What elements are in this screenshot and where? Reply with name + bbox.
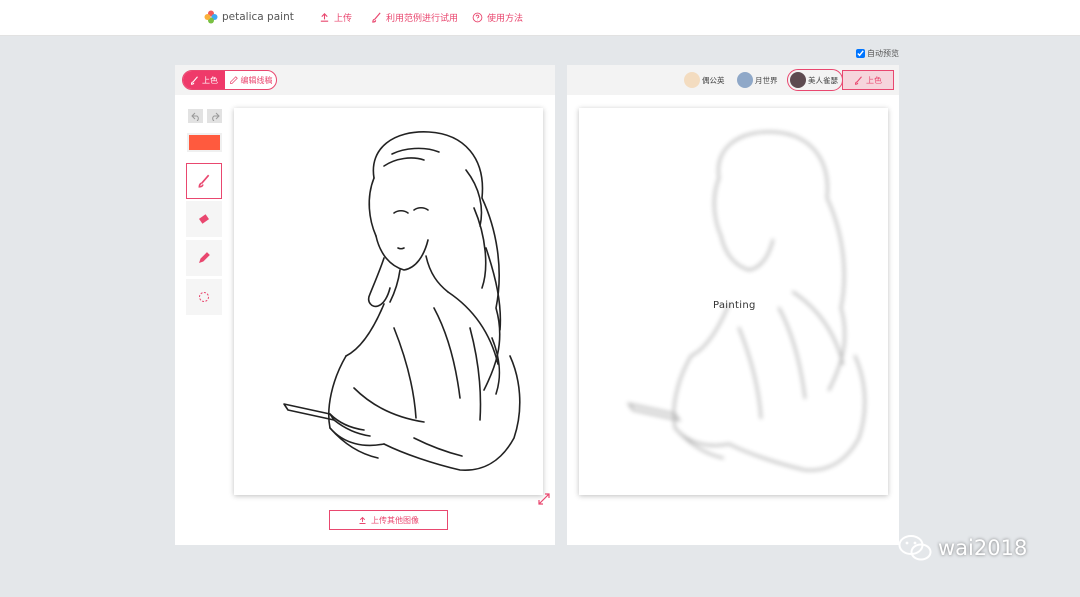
nav-how-to-use[interactable]: 使用方法 <box>472 11 523 24</box>
upload-other-image-label: 上传其他图像 <box>371 515 419 525</box>
brush-icon <box>372 12 381 23</box>
brush-icon <box>190 75 198 85</box>
auto-preview-toggle[interactable]: 自动预览 <box>856 48 899 59</box>
tab-edit-lineart-label: 编辑线稿 <box>240 75 273 85</box>
tool-eraser[interactable] <box>186 201 222 237</box>
nav-try-samples-label: 利用范例进行试用 <box>386 14 459 24</box>
tool-lasso[interactable] <box>186 279 222 315</box>
expand-icon[interactable] <box>538 493 550 505</box>
style-option-3[interactable]: 美人雀瑟 <box>787 69 843 91</box>
petal-logo-icon <box>204 10 218 24</box>
tool-brush[interactable] <box>186 163 222 199</box>
eraser-icon <box>199 214 209 224</box>
tab-colorize-label: 上色 <box>202 75 218 85</box>
style-option-3-label: 美人雀瑟 <box>808 75 838 85</box>
color-swatch[interactable] <box>187 133 222 152</box>
style-thumbnail-1 <box>684 72 700 88</box>
style-option-2[interactable]: 月世界 <box>737 69 778 91</box>
colorize-button-label: 上色 <box>866 75 882 85</box>
style-option-1-label: 偶公英 <box>702 75 725 85</box>
watermark: wai2018 <box>898 534 1027 562</box>
upload-icon <box>320 13 329 22</box>
eyedropper-icon <box>199 252 210 263</box>
style-thumbnail-2 <box>737 72 753 88</box>
nav-how-to-use-label: 使用方法 <box>487 14 524 24</box>
watermark-text: wai2018 <box>938 536 1028 560</box>
nav-upload[interactable]: 上传 <box>319 11 352 24</box>
wechat-icon <box>898 535 932 561</box>
top-bar: petalica paint 上传 利用范例进行试用 使用方法 <box>0 0 1080 36</box>
lasso-icon <box>199 292 209 302</box>
upload-other-image-button[interactable]: 上传其他图像 <box>329 510 448 530</box>
colorize-button[interactable]: 上色 <box>842 70 894 90</box>
help-icon <box>472 12 483 23</box>
tab-edit-lineart[interactable]: 编辑线稿 <box>225 71 276 89</box>
undo-button[interactable] <box>188 109 203 123</box>
auto-preview-label: 自动预览 <box>867 49 899 58</box>
style-option-2-label: 月世界 <box>755 75 778 85</box>
nav-upload-label: 上传 <box>334 14 353 24</box>
redo-button[interactable] <box>207 109 222 123</box>
tab-colorize[interactable]: 上色 <box>183 71 225 89</box>
app-logo[interactable]: petalica paint <box>204 10 294 24</box>
style-thumbnail-3 <box>790 72 806 88</box>
nav-try-samples[interactable]: 利用范例进行试用 <box>371 11 458 24</box>
brush-icon <box>854 75 862 85</box>
tool-eyedropper[interactable] <box>186 240 222 276</box>
lineart-panel-header: 上色 编辑线稿 <box>175 65 555 95</box>
style-option-1[interactable]: 偶公英 <box>684 69 725 91</box>
redo-icon <box>211 112 220 121</box>
undo-icon <box>190 112 199 121</box>
lineart-canvas[interactable] <box>234 108 543 495</box>
painting-status: Painting <box>713 300 756 311</box>
pencil-icon <box>229 75 238 84</box>
app-logo-text: petalica paint <box>222 11 294 23</box>
brush-icon <box>198 174 210 188</box>
mode-switch: 上色 编辑线稿 <box>182 70 277 90</box>
lineart-image <box>283 131 521 471</box>
auto-preview-checkbox[interactable] <box>856 49 865 58</box>
upload-icon <box>359 516 366 524</box>
